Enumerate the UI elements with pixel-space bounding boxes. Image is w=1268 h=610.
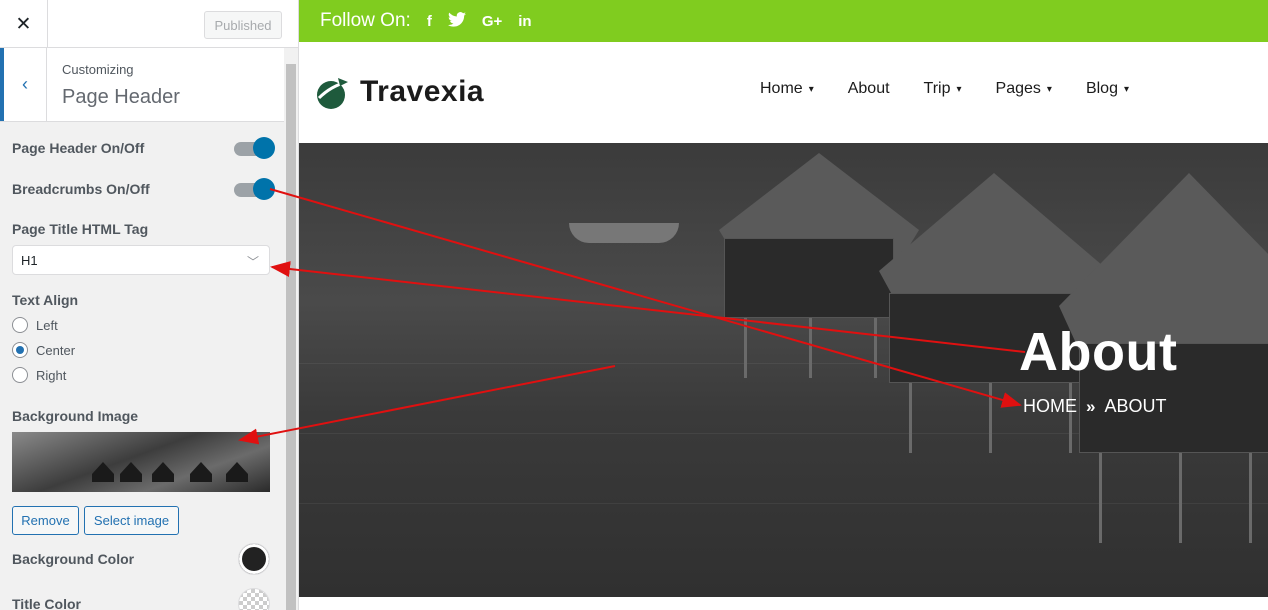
page-header-toggle[interactable]: [234, 137, 275, 159]
breadcrumbs-toggle-label: Breadcrumbs On/Off: [12, 181, 150, 197]
breadcrumbs-toggle[interactable]: [234, 178, 275, 200]
nav-item-trip[interactable]: Trip ▾: [924, 80, 962, 98]
page-header-hero: About HOME » ABOUT: [299, 143, 1268, 597]
text-align-label: Text Align: [12, 292, 79, 308]
linkedin-icon[interactable]: in: [518, 13, 531, 30]
nav-item-pages[interactable]: Pages ▾: [996, 80, 1052, 98]
customizing-label: Customizing: [62, 62, 134, 77]
chevron-down-icon: ▾: [1046, 83, 1052, 95]
nav-label: Pages: [995, 80, 1041, 97]
radio-right[interactable]: Right: [12, 367, 66, 383]
published-button[interactable]: Published: [204, 11, 282, 39]
radio-left[interactable]: Left: [12, 317, 58, 333]
radio-button[interactable]: [12, 367, 28, 383]
brand-name[interactable]: Travexia: [360, 75, 484, 109]
title-tag-label: Page Title HTML Tag: [12, 221, 149, 237]
remove-button[interactable]: Remove: [12, 506, 79, 535]
radio-button-checked[interactable]: [12, 342, 28, 358]
site-preview: Follow On: f G+ in Travexia Home ▾ About …: [299, 0, 1268, 610]
select-image-button[interactable]: Select image: [84, 506, 179, 535]
title-tag-select[interactable]: H1 ﹀: [12, 245, 270, 275]
nav-label: Trip: [923, 80, 951, 97]
google-plus-icon[interactable]: G+: [482, 13, 502, 30]
bg-image-label: Background Image: [12, 408, 139, 424]
page-header-toggle-label: Page Header On/Off: [12, 140, 145, 156]
main-nav: Home ▾ About Trip ▾ Pages ▾ Blog ▾: [760, 80, 1163, 98]
title-tag-value: H1: [21, 252, 38, 268]
title-color-swatch[interactable]: [238, 588, 270, 610]
breadcrumb-current: ABOUT: [1104, 396, 1167, 416]
page-title: About: [1019, 322, 1178, 382]
chevron-down-icon: ▾: [956, 83, 962, 95]
boat-image: [569, 223, 679, 243]
nav-label: About: [847, 80, 890, 97]
section-title: Page Header: [62, 86, 180, 108]
scrollbar[interactable]: [284, 48, 298, 610]
twitter-icon[interactable]: [447, 11, 466, 31]
nav-label: Home: [760, 80, 803, 97]
radio-label-right: Right: [36, 367, 67, 383]
breadcrumb-home[interactable]: HOME: [1023, 396, 1077, 417]
breadcrumb-separator-icon: »: [1086, 396, 1096, 416]
nav-item-blog[interactable]: Blog ▾: [1086, 80, 1129, 98]
nav-item-home[interactable]: Home ▾: [760, 80, 814, 98]
logo-icon[interactable]: [314, 76, 350, 110]
follow-label: Follow On:: [320, 10, 411, 31]
breadcrumbs-toggle-row: Breadcrumbs On/Off: [12, 178, 275, 200]
scrollbar-thumb[interactable]: [286, 64, 296, 610]
chevron-down-icon: ﹀: [246, 255, 259, 269]
top-bar: Follow On: f G+ in: [299, 0, 1268, 42]
facebook-icon[interactable]: f: [427, 13, 432, 30]
chevron-down-icon: ▾: [1123, 83, 1129, 95]
customizer-header: ✕ Published: [0, 0, 298, 48]
nav-item-about[interactable]: About: [848, 80, 890, 98]
site-header: Travexia Home ▾ About Trip ▾ Pages ▾ Blog ▾: [299, 42, 1268, 143]
customizer-panel: ✕ Published ‹ Customizing Page Header Pa…: [0, 0, 299, 610]
back-arrow-icon[interactable]: ‹: [0, 48, 47, 121]
radio-label-left: Left: [36, 317, 58, 333]
background-color-swatch[interactable]: [238, 543, 270, 575]
close-icon[interactable]: ✕: [0, 0, 48, 48]
radio-button[interactable]: [12, 317, 28, 333]
breadcrumb: HOME » ABOUT: [1023, 396, 1166, 417]
page-header-toggle-row: Page Header On/Off: [12, 137, 275, 159]
section-header: ‹ Customizing Page Header: [0, 48, 284, 122]
radio-label-center: Center: [36, 342, 76, 358]
radio-center[interactable]: Center: [12, 342, 75, 358]
bg-color-label: Background Color: [12, 551, 135, 567]
title-color-label: Title Color: [12, 596, 81, 610]
background-image-thumbnail[interactable]: [12, 432, 270, 492]
nav-label: Blog: [1085, 80, 1118, 97]
chevron-down-icon: ▾: [808, 83, 814, 95]
